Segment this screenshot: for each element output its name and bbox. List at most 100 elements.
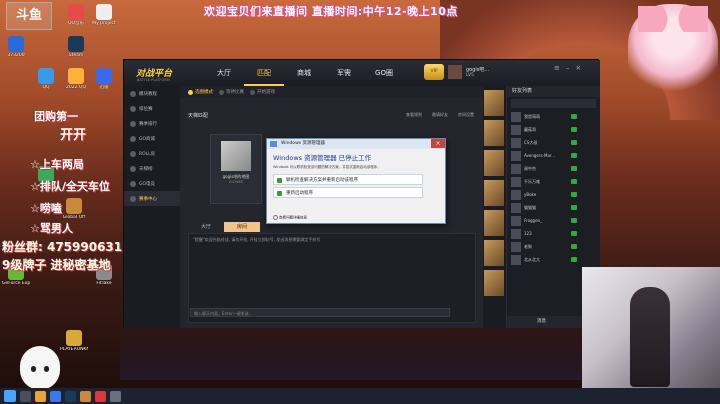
folder-icon[interactable] — [35, 390, 46, 402]
map-thumbnails — [483, 86, 506, 328]
restart-program-button[interactable]: 重新启动程序 — [273, 187, 423, 198]
csgo-icon — [66, 198, 82, 214]
check-online-button[interactable]: 联机检查解决方案并重新启动该程序 — [273, 174, 423, 185]
invite-link[interactable]: 邀请好友 — [432, 112, 448, 118]
app-logo-sub: BATTLE PLATFORM — [137, 78, 170, 82]
user-avatar[interactable] — [448, 65, 462, 79]
app-sidebar: 模块教程 排位赛 赛季排行 GO商城 ROLL房 天梯榜 GO电竞 赛事中心 — [124, 86, 180, 328]
sidebar-item-esports[interactable]: GO电竞 — [124, 176, 180, 191]
overlay-line: 粉丝群: 475990631 — [2, 240, 123, 254]
nav-lobby[interactable]: 大厅 — [204, 60, 244, 86]
overlay-line: ☆排队/全天车位 — [30, 180, 110, 193]
chat-message: "提醒"欢迎光临对战, 请勿开挂, 开挂立即封号, 发送消息需要绑定手机号 — [193, 237, 321, 242]
friend-avatar — [511, 150, 521, 161]
map-thumbnail[interactable] — [484, 120, 504, 146]
friend-avatar — [511, 202, 521, 213]
tab-room-chat[interactable]: 房间 — [224, 222, 260, 232]
webcam-feed — [582, 267, 720, 395]
desktop-wallpaper-shade — [120, 320, 620, 380]
vip-badge[interactable]: VIP — [424, 64, 444, 80]
vip-icon — [571, 166, 577, 171]
dialog-heading: Windows 资源管理器 已停止工作 — [273, 154, 372, 162]
friend-row[interactable]: Froggen_ — [507, 214, 600, 227]
sidebar-item-roll[interactable]: ROLL房 — [124, 146, 180, 161]
friend-row[interactable]: 北从北大 — [507, 253, 600, 266]
bunny-eye — [31, 366, 36, 372]
nav-store[interactable]: 商城 — [284, 60, 324, 86]
sidebar-item-events[interactable]: 赛事中心 — [124, 191, 180, 206]
chat-tabs: 大厅 房间 — [188, 222, 260, 232]
desktop-icon[interactable]: 373200 — [2, 36, 30, 66]
map-thumbnail[interactable] — [484, 180, 504, 206]
sidebar-item-tutorial[interactable]: 模块教程 — [124, 86, 180, 101]
dialog-titlebar: Windows 资源管理器 × — [267, 139, 445, 149]
friend-row[interactable]: 周中杰 — [507, 162, 600, 175]
store-icon — [130, 135, 136, 142]
vip-icon — [571, 140, 577, 145]
desktop-icon[interactable]: QQ — [32, 68, 60, 98]
map-thumbnail[interactable] — [484, 240, 504, 266]
desktop-icon[interactable]: 2022 QQ — [62, 68, 90, 98]
sidebar-item-season-rank[interactable]: 赛季排行 — [124, 116, 180, 131]
sidebar-item-go-store[interactable]: GO商城 — [124, 131, 180, 146]
desktop-icon[interactable]: Steam — [62, 36, 90, 66]
friend-row[interactable]: 猫猫猫 — [507, 201, 600, 214]
csgo-icon[interactable] — [80, 390, 91, 402]
desktop-icon[interactable]: PLAYERUNKNOWN BATTLEGROUNDS — [60, 330, 88, 360]
close-icon[interactable]: × — [431, 139, 445, 148]
app-icon[interactable] — [95, 390, 106, 402]
sidebar-item-ranked[interactable]: 排位赛 — [124, 101, 180, 116]
nav-supply[interactable]: 军需 — [324, 60, 364, 86]
dialog-title: Windows 资源管理器 — [281, 141, 326, 146]
arrow-icon — [277, 191, 282, 196]
desktop-icon[interactable]: QQ音乐 — [62, 4, 90, 34]
user-name[interactable]: gogis吧... — [466, 66, 489, 73]
friend-row[interactable]: 123 — [507, 227, 600, 240]
start-icon[interactable] — [4, 390, 16, 402]
friend-row[interactable]: 老狗 — [507, 240, 600, 253]
desktop-icon[interactable]: 迅雷 — [90, 68, 118, 98]
nav-go-circle[interactable]: GO圈 — [364, 60, 404, 86]
vip-icon — [571, 205, 577, 210]
browser-icon[interactable] — [50, 390, 61, 402]
events-icon — [130, 195, 136, 202]
search-icon[interactable] — [20, 390, 31, 402]
sidebar-item-ladder[interactable]: 天梯榜 — [124, 161, 180, 176]
qq-icon — [38, 68, 54, 84]
friend-row[interactable]: CS大叔 — [507, 136, 600, 149]
steam-icon[interactable] — [65, 390, 76, 402]
friends-title: 好友列表 — [507, 86, 600, 97]
friend-avatar — [511, 137, 521, 148]
map-thumbnail[interactable] — [484, 150, 504, 176]
friend-row[interactable]: yBoke — [507, 188, 600, 201]
tab-lobby-chat[interactable]: 大厅 — [188, 222, 224, 232]
minimize-icon[interactable]: – — [566, 64, 570, 72]
map-thumbnail[interactable] — [484, 90, 504, 116]
friend-row[interactable]: 蘑菇哥 — [507, 123, 600, 136]
overlay-line: ☆上车两局 — [30, 158, 84, 171]
nav-match[interactable]: 匹配 — [244, 60, 284, 86]
friends-search-input[interactable] — [511, 99, 596, 108]
app-icon — [68, 4, 84, 20]
main-nav: 大厅 匹配 商城 军需 GO圈 — [204, 60, 404, 86]
step-dot — [219, 89, 224, 95]
close-icon[interactable]: × — [575, 64, 581, 72]
friend-row[interactable]: 千乐万难 — [507, 175, 600, 188]
map-thumbnail[interactable] — [484, 210, 504, 236]
explorer-crash-dialog: Windows 资源管理器 × Windows 资源管理器 已停止工作 Wind… — [266, 138, 446, 224]
friend-row[interactable]: Avengers-Mar... — [507, 149, 600, 162]
room-player-card[interactable]: gogis吧的地图 ELO988 — [210, 134, 262, 204]
chat-input[interactable]: 输入聊天内容，Enter一键发送... — [190, 308, 450, 317]
match-steps: 选图模式 等待比赛 开始游戏 — [180, 86, 483, 98]
rules-link[interactable]: 查看规则 — [406, 112, 422, 118]
map-thumbnail[interactable] — [484, 270, 504, 296]
desktop-icon[interactable]: My project — [90, 4, 118, 34]
user-level: LV5 — [466, 73, 474, 78]
friend-row[interactable]: 我是萌萌 — [507, 110, 600, 123]
player-avatar — [221, 141, 251, 171]
app-icon[interactable] — [110, 390, 121, 402]
menu-icon[interactable]: ≡ — [554, 64, 560, 72]
steam-icon — [68, 36, 84, 52]
view-details-toggle[interactable]: 查看问题详细信息 — [273, 215, 307, 221]
room-settings-link[interactable]: 房间设置 — [458, 112, 474, 118]
